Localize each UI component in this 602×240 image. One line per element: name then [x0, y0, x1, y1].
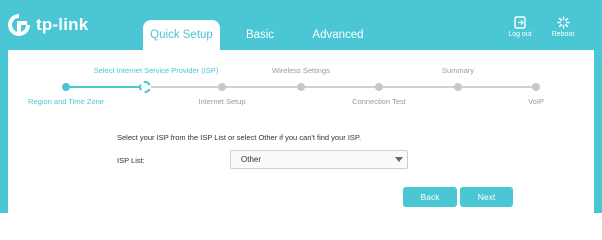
- isp-list-select[interactable]: Other: [230, 150, 408, 169]
- step-label-summary: Summary: [441, 66, 475, 75]
- step-dot-voip: [532, 83, 540, 91]
- logout-button[interactable]: Log out: [502, 16, 538, 38]
- reboot-label: Reboot: [551, 31, 575, 38]
- reboot-icon: [545, 16, 581, 29]
- logout-label: Log out: [508, 31, 532, 38]
- reboot-button[interactable]: Reboot: [545, 16, 581, 38]
- step-dot-wireless-settings: [297, 83, 305, 91]
- back-button[interactable]: Back: [403, 187, 457, 207]
- step-label-wireless-settings: Wireless Settings: [272, 66, 330, 75]
- tab-quick-setup[interactable]: Quick Setup: [143, 20, 220, 50]
- brand-name: tp-link: [36, 15, 89, 34]
- logout-icon: [502, 16, 538, 29]
- step-dot-summary: [454, 83, 462, 91]
- next-button[interactable]: Next: [460, 187, 513, 207]
- tp-link-logo-icon: [6, 12, 32, 38]
- isp-list-label: ISP List:: [117, 156, 145, 165]
- top-bar: tp-link Quick Setup Basic Advanced Log o…: [0, 0, 602, 50]
- step-label-select-isp: Select Internet Service Provider (ISP): [93, 66, 219, 75]
- isp-instructions: Select your ISP from the ISP List or sel…: [117, 133, 362, 142]
- tab-basic[interactable]: Basic: [237, 20, 283, 50]
- step-dot-internet-setup: [218, 83, 226, 91]
- step-label-internet-setup: Internet Setup: [198, 97, 246, 106]
- chevron-down-icon: [395, 157, 403, 162]
- tab-advanced[interactable]: Advanced: [305, 20, 371, 50]
- step-label-voip: VoIP: [528, 97, 544, 106]
- step-label-region-time-zone: Region and Time Zone: [28, 97, 104, 106]
- tp-link-logo[interactable]: tp-link: [6, 12, 88, 38]
- progress-track-complete: [66, 86, 144, 88]
- step-dot-select-isp[interactable]: [139, 81, 151, 93]
- isp-list-value: Other: [241, 155, 262, 164]
- step-dot-region-time-zone[interactable]: [62, 83, 70, 91]
- step-label-connection-test: Connection Test: [352, 97, 406, 106]
- step-dot-connection-test: [375, 83, 383, 91]
